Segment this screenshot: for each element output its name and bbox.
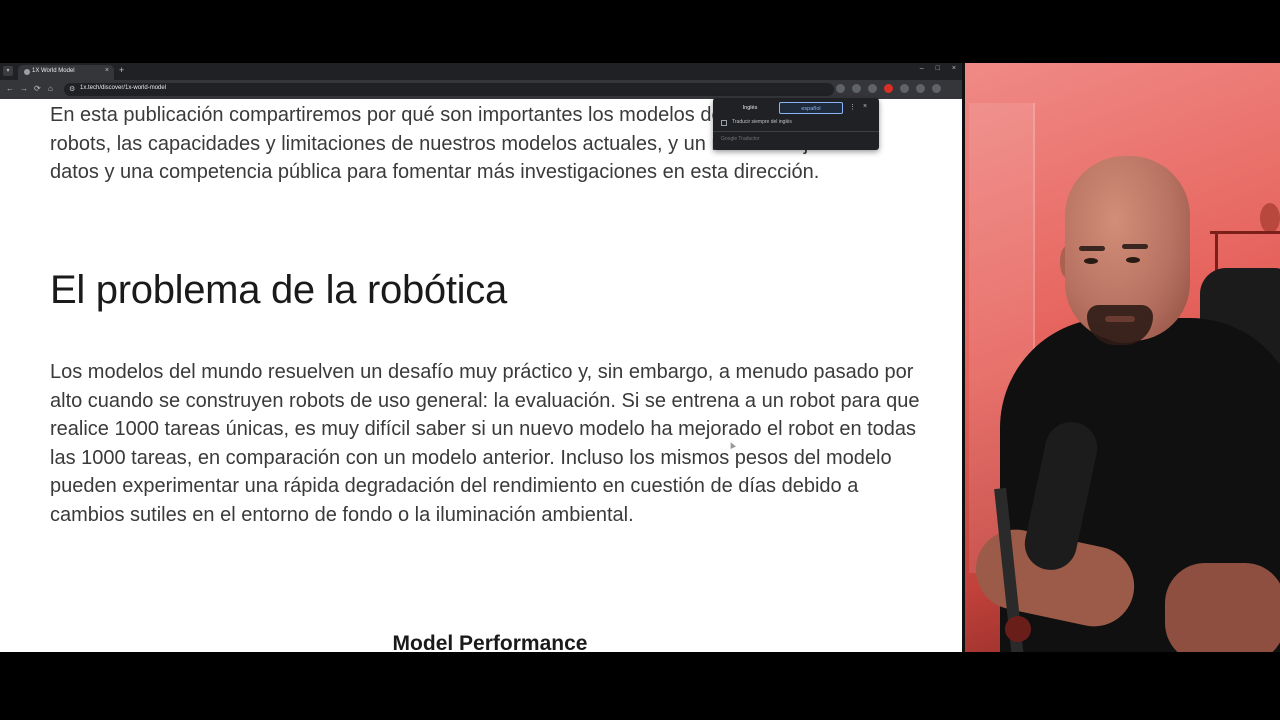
presenter-arm-right <box>1165 563 1280 652</box>
extensions-puzzle-icon[interactable] <box>900 84 909 93</box>
page-content: En esta publicación compartiremos por qu… <box>0 99 962 652</box>
section-heading: El problema de la robótica <box>50 268 507 312</box>
translate-icon[interactable] <box>836 84 845 93</box>
presenter-brow-left <box>1079 246 1105 251</box>
browser-window: ▾ 1X World Model × + – □ × ← → ⟳ ⌂ ⚙ 1x.… <box>0 63 962 652</box>
profile-icon[interactable] <box>916 84 925 93</box>
url-text[interactable]: 1x.tech/discover/1x-world-model <box>80 85 166 91</box>
letterbox-bottom <box>0 652 1280 720</box>
menu-kebab-icon[interactable] <box>932 84 941 93</box>
home-icon[interactable]: ⌂ <box>48 84 53 93</box>
more-options-icon[interactable]: ⋮ <box>849 103 856 111</box>
webcam-overlay <box>965 63 1280 652</box>
new-tab-button[interactable]: + <box>119 65 124 75</box>
bookmark-star-icon[interactable] <box>868 84 877 93</box>
extension-icon[interactable] <box>884 84 893 93</box>
tab-title: 1X World Model <box>32 68 75 74</box>
presenter-brow-right <box>1122 244 1148 249</box>
reload-icon[interactable]: ⟳ <box>34 84 41 93</box>
translate-popup: Inglés español ⋮ × Traducir siempre del … <box>713 98 879 150</box>
browser-toolbar: ← → ⟳ ⌂ ⚙ 1x.tech/discover/1x-world-mode… <box>0 80 962 99</box>
tab-bar: ▾ 1X World Model × + – □ × <box>0 63 962 80</box>
background-shelf <box>1210 231 1280 271</box>
close-icon[interactable]: × <box>863 103 867 110</box>
presenter-mouth <box>1105 316 1135 322</box>
body-paragraph: Los modelos del mundo resuelven un desaf… <box>50 361 920 526</box>
maximize-button[interactable]: □ <box>936 65 940 72</box>
address-bar[interactable]: ⚙ 1x.tech/discover/1x-world-model <box>64 83 834 96</box>
tab-active[interactable]: 1X World Model × <box>18 65 114 80</box>
divider <box>713 131 879 132</box>
background-plant <box>1260 203 1280 233</box>
tab-search-icon[interactable]: ▾ <box>3 66 13 76</box>
toolbar-icons <box>836 84 941 93</box>
favicon-icon <box>24 69 30 75</box>
letterbox-top <box>0 0 1280 63</box>
tab-close-icon[interactable]: × <box>105 67 109 74</box>
mic-clip <box>1005 616 1031 642</box>
forward-icon[interactable]: → <box>20 84 28 93</box>
close-window-button[interactable]: × <box>952 65 956 72</box>
minimize-button[interactable]: – <box>920 65 924 72</box>
popup-footer: Google Traductor <box>721 136 760 142</box>
back-icon[interactable]: ← <box>6 84 14 93</box>
presenter-eye-right <box>1126 257 1140 263</box>
source-language-tab[interactable]: Inglés <box>721 102 779 114</box>
zoom-icon[interactable] <box>852 84 861 93</box>
always-translate-checkbox[interactable] <box>721 120 727 126</box>
always-translate-label[interactable]: Traducir siempre del inglés <box>732 119 792 125</box>
window-controls: – □ × <box>920 65 956 72</box>
presenter-eye-left <box>1084 258 1098 264</box>
site-info-icon[interactable]: ⚙ <box>69 85 75 93</box>
chart-title: Model Performance <box>392 632 588 652</box>
target-language-tab[interactable]: español <box>779 102 843 114</box>
